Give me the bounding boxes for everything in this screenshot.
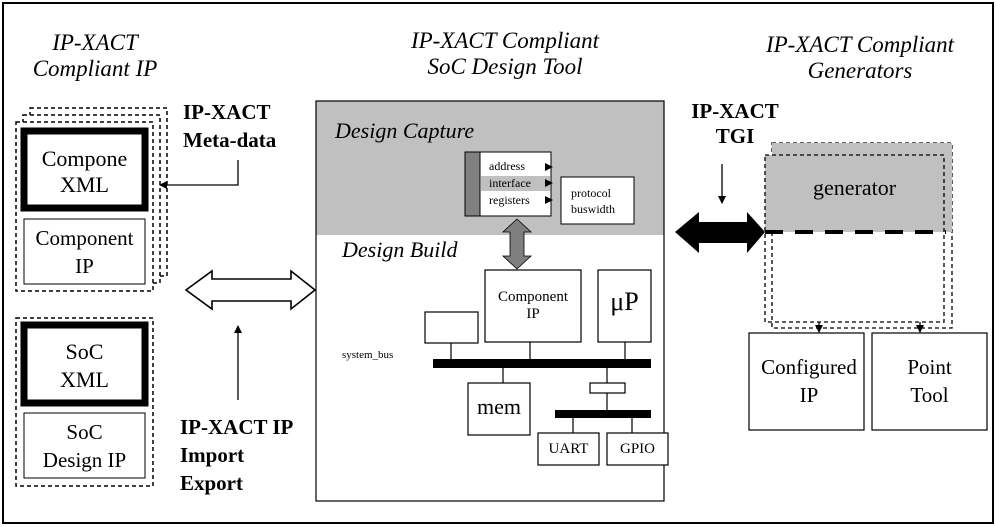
component-xml-line1: Compone [41,146,128,171]
bridge-block [589,382,626,394]
soc-xml-text: SoC XML [24,338,145,394]
component-xml-line2: XML [60,172,109,197]
heading-compliant-ip-line1: IP-XACT [52,30,138,55]
configured-ip-line2: IP [799,383,819,407]
unnamed-block [424,311,479,344]
menu-item-interface[interactable]: interface [489,175,531,192]
ip-xact-diagram: IP-XACT Compliant IP IP-XACT Compliant S… [0,0,996,527]
component-ip-text: Component IP [24,224,145,280]
meta-data-label-line1: IP-XACT [183,100,271,124]
soc-design-ip-line2: Design IP [42,448,127,472]
heading-compliant-ip: IP-XACT Compliant IP [20,30,170,83]
component-ip-block-line1: Component [498,289,568,305]
heading-compliant-ip-line2: Compliant IP [32,56,158,82]
heading-design-tool-line1: IP-XACT Compliant [410,28,600,53]
component-ip-block-line2: IP [526,306,540,322]
menu-item-address[interactable]: address [489,158,531,175]
submenu-item-protocol[interactable]: protocol [571,185,615,201]
import-export-label-line3: Export [180,471,243,495]
import-export-label-line1: IP-XACT IP [180,415,294,439]
point-tool-line1: Point [907,355,952,379]
heading-generators: IP-XACT Compliant Generators [732,32,988,85]
import-export-label-line2: Import [180,443,245,467]
submenu-item-buswidth[interactable]: buswidth [571,201,615,217]
design-capture-menu: address interface registers [489,158,531,209]
component-ip-line2: IP [75,254,94,278]
import-export-label: IP-XACT IP Import Export [180,413,293,497]
tgi-label: IP-XACT TGI [680,99,790,149]
soc-design-ip-text: SoC Design IP [24,418,145,474]
meta-data-label-line2: Meta-data [183,128,277,152]
component-xml-text: Compone XML [24,146,145,198]
uart-label: UART [548,441,589,457]
generator-label: generator [812,175,897,200]
mem-label: mem [477,394,521,419]
heading-design-tool: IP-XACT Compliant SoC Design Tool [370,28,640,81]
design-capture-title: Design Capture [335,118,475,143]
configured-ip-line1: Configured [761,355,857,379]
component-ip-block-text: Component IP [485,289,581,323]
component-ip-line1: Component [35,226,134,250]
up-label: μP [610,287,639,316]
menu-side-bar [464,151,481,217]
system-bus-label: system_bus [342,349,394,361]
tgi-label-line2: TGI [715,124,755,148]
configured-ip-text: Configured IP [749,353,869,409]
tgi-arrow [675,212,765,253]
soc-design-ip-line1: SoC [66,420,103,444]
point-tool-line2: Tool [910,383,949,407]
design-build-title: Design Build [342,237,458,262]
design-capture-submenu: protocol buswidth [571,185,615,217]
tgi-label-line1: IP-XACT [691,99,779,123]
menu-item-registers[interactable]: registers [489,192,531,209]
import-export-arrow [184,269,317,311]
heading-design-tool-line2: SoC Design Tool [427,54,583,80]
heading-generators-line1: IP-XACT Compliant [765,32,955,57]
heading-generators-line2: Generators [807,58,913,84]
soc-xml-line2: XML [60,367,109,392]
meta-data-arrow [159,160,239,189]
peripheral-bus [555,410,651,418]
meta-data-label: IP-XACT Meta-data [183,98,276,154]
soc-xml-line1: SoC [65,339,104,364]
system-bus [433,359,651,368]
point-tool-text: Point Tool [872,353,987,409]
gpio-label: GPIO [619,441,655,457]
